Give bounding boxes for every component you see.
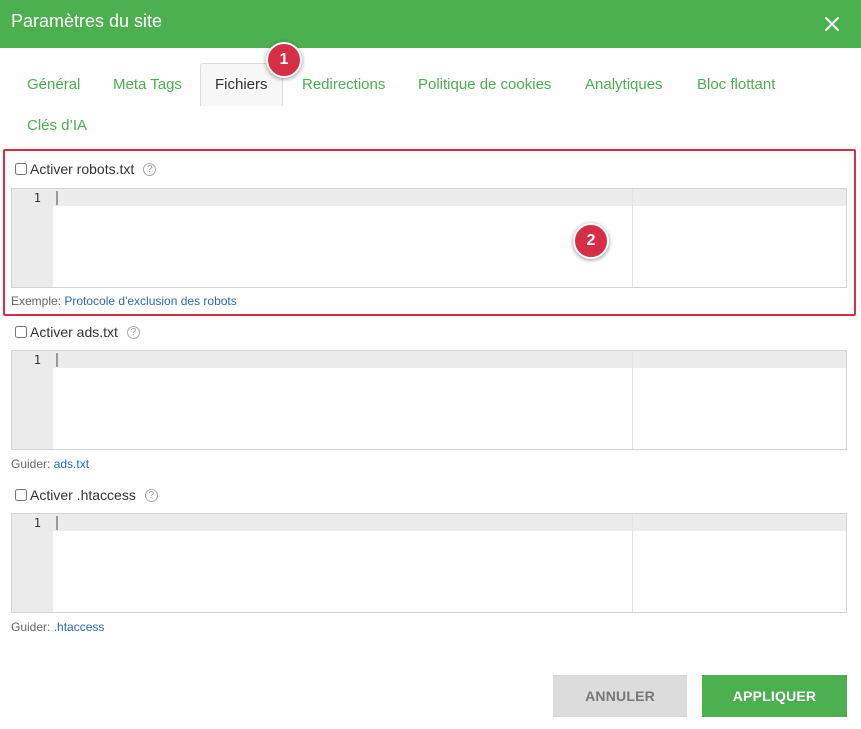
htaccess-hint-prefix: Guider: (11, 620, 51, 634)
close-icon[interactable] (821, 13, 843, 35)
robots-hint: Exemple: Protocole d'exclusion des robot… (11, 294, 237, 308)
htaccess-hint-link[interactable]: .htaccess (54, 620, 105, 634)
robots-editor[interactable]: 1 (11, 188, 847, 288)
tab-general[interactable]: Général (27, 64, 80, 106)
editor-margin-line (632, 189, 633, 287)
line-number: 1 (33, 191, 41, 205)
editor-active-line (53, 351, 846, 368)
text-cursor (56, 191, 58, 205)
ads-hint-prefix: Guider: (11, 457, 51, 471)
robots-hint-link[interactable]: Protocole d'exclusion des robots (64, 294, 236, 308)
htaccess-checkbox-row[interactable]: Activer .htaccess ? (15, 487, 158, 503)
annotation-badge-2: 2 (573, 223, 609, 259)
htaccess-checkbox[interactable] (15, 489, 27, 501)
tab-redirections[interactable]: Redirections (302, 64, 385, 106)
editor-active-line (53, 189, 846, 206)
robots-hint-prefix: Exemple: (11, 294, 62, 308)
apply-button[interactable]: APPLIQUER (702, 675, 847, 717)
dialog-title: Paramètres du site (11, 11, 163, 31)
help-icon[interactable]: ? (126, 325, 140, 339)
editor-active-line (53, 514, 846, 531)
tab-cookie-policy[interactable]: Politique de cookies (418, 64, 551, 106)
robots-checkbox[interactable] (15, 163, 27, 175)
robots-checkbox-label: Activer robots.txt (30, 161, 135, 177)
tab-meta-tags[interactable]: Meta Tags (113, 64, 182, 106)
robots-checkbox-row[interactable]: Activer robots.txt ? (15, 161, 157, 177)
help-icon[interactable]: ? (143, 162, 157, 176)
ads-checkbox[interactable] (15, 326, 27, 338)
ads-hint-link[interactable]: ads.txt (54, 457, 89, 471)
annotation-badge-1: 1 (266, 42, 302, 78)
tab-analytics[interactable]: Analytiques (585, 64, 663, 106)
editor-margin-line (632, 514, 633, 612)
tab-ai-keys[interactable]: Clés d’IA (27, 105, 87, 147)
text-cursor (56, 353, 58, 367)
line-number: 1 (33, 516, 41, 530)
ads-editor[interactable]: 1 (11, 350, 847, 450)
line-number: 1 (33, 353, 41, 367)
ads-checkbox-label: Activer ads.txt (30, 324, 118, 340)
htaccess-editor[interactable]: 1 (11, 513, 847, 613)
editor-margin-line (632, 351, 633, 449)
htaccess-hint: Guider: .htaccess (11, 620, 104, 634)
help-icon[interactable]: ? (144, 488, 158, 502)
ads-checkbox-row[interactable]: Activer ads.txt ? (15, 324, 140, 340)
cancel-button[interactable]: ANNULER (553, 675, 687, 717)
htaccess-checkbox-label: Activer .htaccess (30, 487, 136, 503)
text-cursor (56, 516, 58, 530)
dialog-header: Paramètres du site (0, 0, 861, 48)
ads-hint: Guider: ads.txt (11, 457, 89, 471)
tab-floating-block[interactable]: Bloc flottant (697, 64, 775, 106)
